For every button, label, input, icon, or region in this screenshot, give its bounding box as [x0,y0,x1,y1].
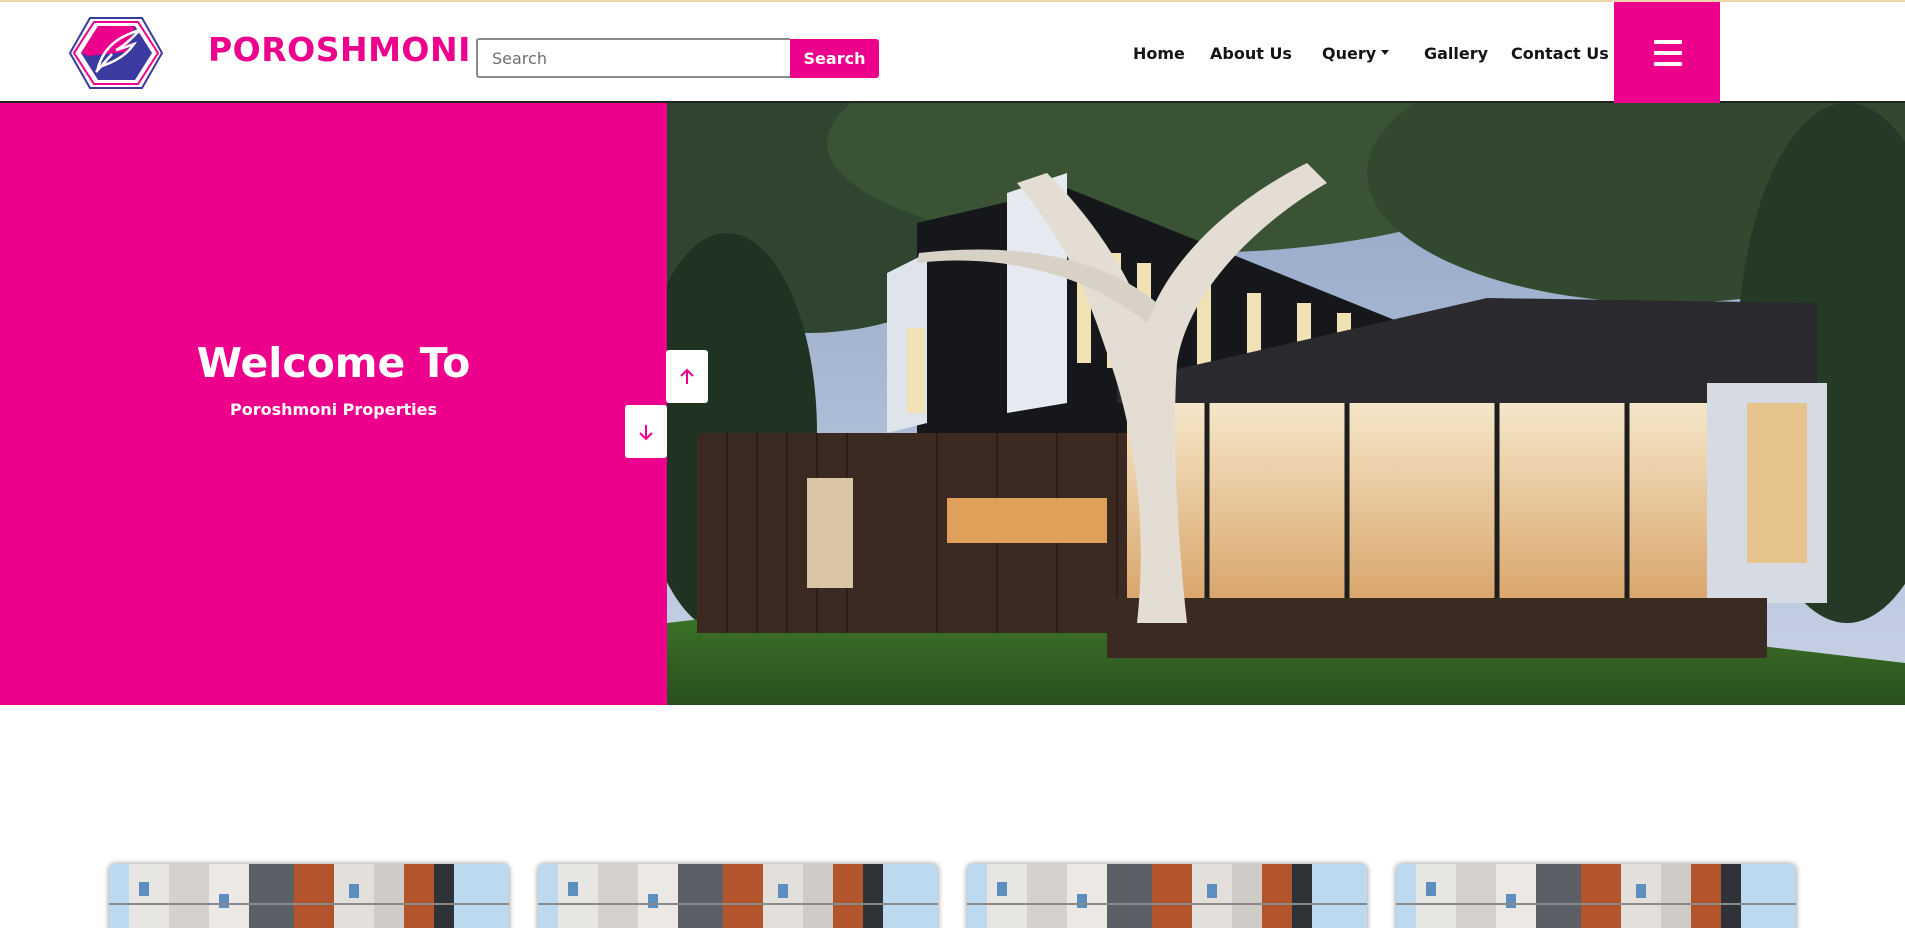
hero-welcome-panel: Welcome To Poroshmoni Properties [0,103,667,705]
hero-house-image [667,103,1905,705]
search-input[interactable] [476,38,790,78]
nav-gallery[interactable]: Gallery [1424,44,1488,63]
hero-title: Welcome To [196,339,471,387]
search-button[interactable]: Search [790,39,879,78]
property-card[interactable] [538,864,938,928]
hamburger-icon-bar [1654,51,1682,55]
caret-down-icon [1381,50,1390,55]
arrow-down-icon [639,424,653,440]
apartment-building-photo [967,864,1367,928]
property-card[interactable] [109,864,509,928]
brand-name[interactable]: POROSHMONI [208,30,471,69]
nav-query-dropdown[interactable]: Query [1322,44,1390,63]
apartment-building-photo [109,864,509,928]
menu-toggle-button[interactable] [1614,2,1720,103]
arrow-up-icon [680,368,694,384]
nav-query-label: Query [1322,44,1377,63]
nav-about-us[interactable]: About Us [1210,44,1292,63]
hamburger-icon [1654,40,1682,44]
property-card[interactable] [1396,864,1796,928]
slider-prev-button[interactable] [666,350,708,403]
modern-house-photo [667,103,1905,705]
hamburger-icon-bar [1654,62,1682,66]
navbar: POROSHMONI Search Home About Us Query Ga… [0,0,1905,103]
feather-logo-icon [68,17,164,89]
nav-contact-us[interactable]: Contact Us [1511,44,1609,63]
property-card[interactable] [967,864,1367,928]
nav-home[interactable]: Home [1133,44,1185,63]
slider-next-button[interactable] [625,405,667,458]
hero-subtitle: Poroshmoni Properties [230,400,437,419]
apartment-building-photo [1396,864,1796,928]
brand-logo[interactable] [68,16,164,90]
apartment-building-photo [538,864,938,928]
page: POROSHMONI Search Home About Us Query Ga… [0,0,1905,928]
